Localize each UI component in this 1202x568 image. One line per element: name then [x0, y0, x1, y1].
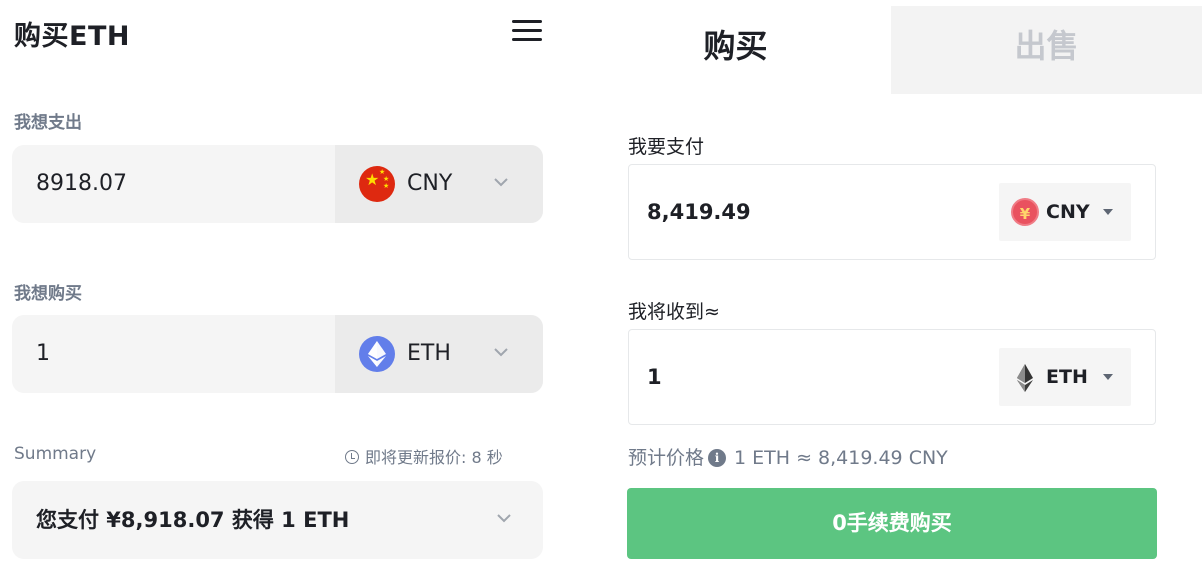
buy-input[interactable]: [36, 315, 316, 393]
pay-field: ¥ CNY: [628, 164, 1156, 260]
buy-label: 我想购买: [14, 284, 82, 304]
pay-currency-select[interactable]: ¥ CNY: [999, 183, 1131, 241]
ethereum-icon: [359, 336, 395, 372]
spend-label: 我想支出: [14, 113, 82, 133]
left-buy-panel: 购买ETH 我想支出 ★★★★ CNY 我想购买 ETH: [0, 0, 560, 568]
right-trade-panel: 购买 出售 我要支付 ¥ CNY 我将收到≈ ETH 预计价格i1: [580, 0, 1202, 568]
buy-currency-select[interactable]: ETH: [335, 315, 543, 393]
chevron-down-icon: [494, 348, 508, 357]
ethereum-icon: [1011, 363, 1039, 392]
receive-field: ETH: [628, 329, 1156, 425]
clock-icon: [345, 450, 359, 464]
summary-dropdown[interactable]: 您支付 ¥8,918.07 获得 1 ETH: [12, 481, 543, 559]
spend-currency-label: CNY: [407, 171, 453, 196]
receive-input[interactable]: [647, 330, 947, 424]
chevron-down-icon: [494, 178, 508, 187]
summary-text: 您支付 ¥8,918.07 获得 1 ETH: [36, 508, 350, 532]
estimated-price-label: 预计价格: [628, 447, 705, 469]
china-flag-icon: ★ ★ ★ ★: [359, 166, 395, 202]
spend-input[interactable]: [36, 145, 316, 223]
caret-down-icon: [1103, 209, 1113, 215]
chevron-down-icon: [497, 514, 511, 523]
pay-input[interactable]: [647, 165, 947, 259]
summary-label: Summary: [14, 444, 97, 464]
estimated-price: 预计价格 i 1 ETH ≈ 8,419.49 CNY: [628, 443, 948, 470]
estimated-price-value: 1 ETH ≈ 8,419.49 CNY: [734, 447, 948, 469]
tab-buy[interactable]: 购买: [580, 6, 891, 94]
pay-currency-label: CNY: [1046, 201, 1090, 223]
spend-currency-select[interactable]: ★ ★ ★ ★ CNY: [335, 145, 543, 223]
buy-button[interactable]: 0手续费购买: [627, 488, 1157, 559]
menu-icon[interactable]: [512, 20, 542, 44]
info-icon[interactable]: i: [708, 449, 727, 467]
spend-field: ★★★★ CNY: [12, 145, 543, 223]
buy-field: ETH: [12, 315, 543, 393]
quote-refresh-text: 即将更新报价: 8 秒: [365, 448, 503, 467]
buy-currency-label: ETH: [407, 341, 451, 366]
caret-down-icon: [1103, 374, 1113, 380]
page-title: 购买ETH: [14, 21, 130, 52]
receive-currency-select[interactable]: ETH: [999, 348, 1131, 406]
receive-label: 我将收到≈: [628, 301, 720, 323]
receive-currency-label: ETH: [1046, 366, 1088, 388]
quote-refresh-timer: 即将更新报价: 8 秒: [345, 444, 503, 468]
yen-coin-icon: ¥: [1011, 198, 1039, 226]
pay-label: 我要支付: [628, 136, 705, 158]
tab-sell[interactable]: 出售: [891, 6, 1202, 94]
